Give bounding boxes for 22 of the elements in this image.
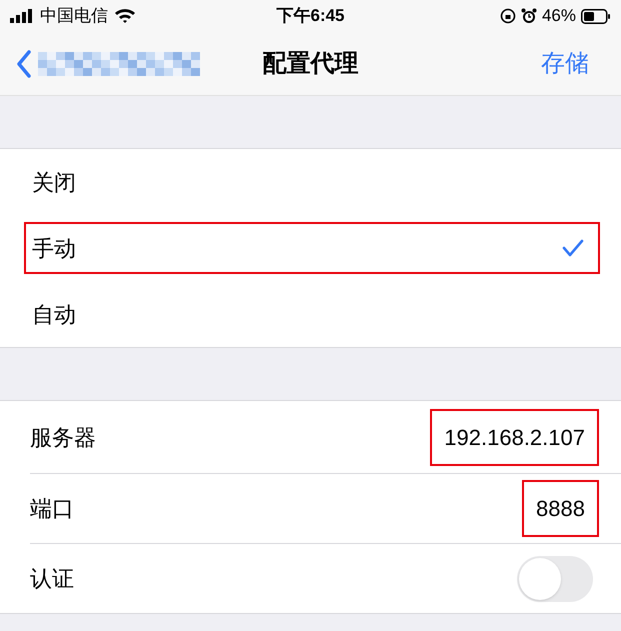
setting-label: 认证: [30, 565, 74, 593]
mode-option[interactable]: 关闭: [24, 156, 600, 208]
setting-label: 端口: [30, 495, 74, 523]
clock-time: 下午6:45: [275, 5, 346, 28]
rotation-lock-icon: [500, 8, 516, 24]
checkmark-icon: [562, 239, 584, 257]
setting-label: 服务器: [30, 424, 96, 452]
carrier-name: 中国电信: [40, 5, 108, 28]
battery-icon: [581, 8, 611, 24]
value-field[interactable]: 192.168.2.107: [430, 408, 599, 466]
battery-percent: 46%: [542, 5, 576, 28]
mode-option[interactable]: 手动: [24, 222, 600, 274]
mode-option[interactable]: 自动: [24, 288, 600, 340]
alarm-icon: [520, 8, 537, 24]
wifi-icon: [114, 8, 136, 24]
signal-icon: [10, 9, 34, 23]
value-field[interactable]: 8888: [522, 480, 599, 537]
back-button[interactable]: [16, 50, 32, 78]
toggle-switch[interactable]: [517, 556, 593, 602]
back-chevron-icon: [16, 50, 32, 78]
page-title: 配置代理: [262, 48, 360, 78]
save-button[interactable]: 存储: [541, 46, 605, 82]
